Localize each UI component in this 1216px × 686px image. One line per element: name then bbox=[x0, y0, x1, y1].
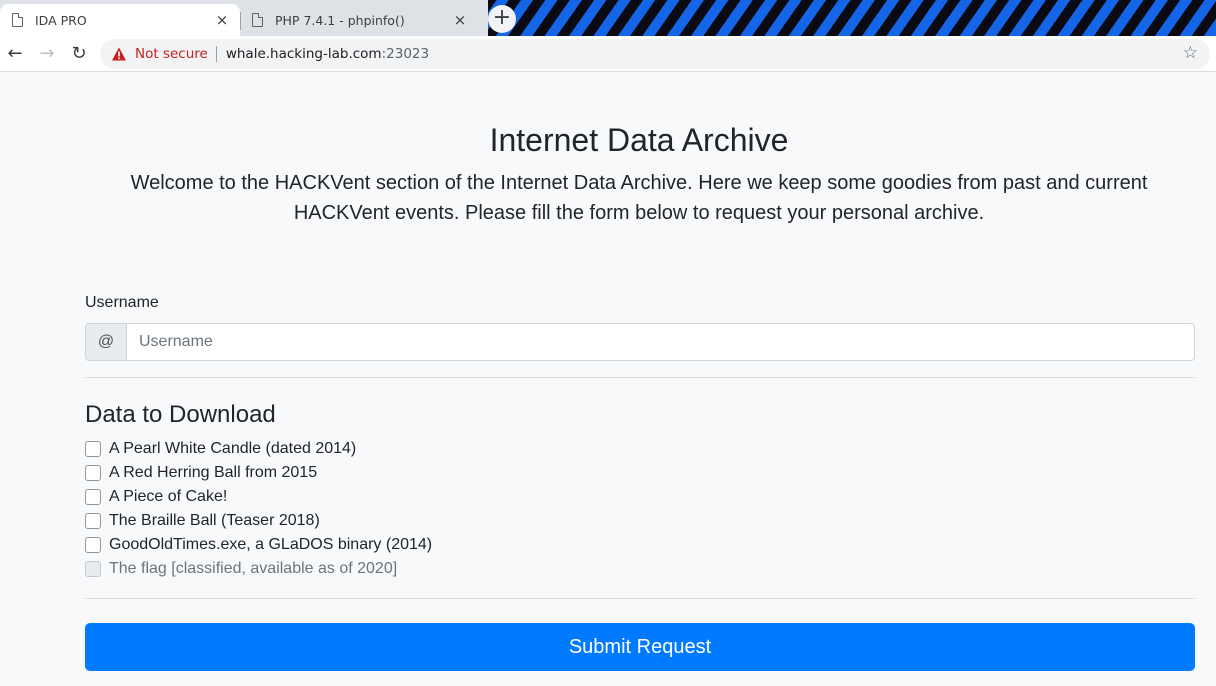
checkbox[interactable] bbox=[85, 441, 101, 457]
submit-request-button[interactable]: Submit Request bbox=[85, 623, 1195, 671]
back-button[interactable]: ← bbox=[2, 41, 28, 67]
tab-title: IDA PRO bbox=[35, 12, 87, 28]
download-option[interactable]: A Piece of Cake! bbox=[85, 485, 432, 509]
username-prefix: @ bbox=[85, 323, 127, 361]
option-label[interactable]: The Braille Ball (Teaser 2018) bbox=[109, 512, 320, 530]
address-divider bbox=[215, 46, 217, 62]
tab-title: PHP 7.4.1 - phpinfo() bbox=[275, 12, 405, 28]
checkbox[interactable] bbox=[85, 489, 101, 505]
download-option[interactable]: GoodOldTimes.exe, a GLaDOS binary (2014) bbox=[85, 533, 432, 557]
username-input[interactable] bbox=[127, 323, 1195, 361]
document-icon bbox=[12, 12, 24, 27]
checkbox-disabled bbox=[85, 561, 101, 577]
tab-phpinfo[interactable]: PHP 7.4.1 - phpinfo() × bbox=[240, 4, 478, 36]
option-label[interactable]: A Pearl White Candle (dated 2014) bbox=[109, 440, 356, 458]
star-icon[interactable]: ☆ bbox=[1183, 43, 1198, 63]
download-option-flag-disabled: The flag [classified, available as of 20… bbox=[85, 557, 432, 581]
download-option[interactable]: The Braille Ball (Teaser 2018) bbox=[85, 509, 432, 533]
download-option[interactable]: A Red Herring Ball from 2015 bbox=[85, 461, 432, 485]
tab-strip: IDA PRO × PHP 7.4.1 - phpinfo() × + bbox=[0, 0, 1216, 36]
divider bbox=[85, 377, 1195, 378]
new-tab-button[interactable]: + bbox=[488, 5, 516, 33]
url-port: :23023 bbox=[381, 46, 430, 62]
checkbox[interactable] bbox=[85, 513, 101, 529]
tab-close-icon[interactable]: × bbox=[214, 12, 230, 28]
page-content: Internet Data Archive Welcome to the HAC… bbox=[0, 73, 1216, 686]
option-label[interactable]: A Red Herring Ball from 2015 bbox=[109, 464, 317, 482]
option-label[interactable]: GoodOldTimes.exe, a GLaDOS binary (2014) bbox=[109, 536, 432, 554]
tab-close-icon[interactable]: × bbox=[452, 12, 468, 28]
document-icon bbox=[252, 12, 264, 27]
download-checklist: A Pearl White Candle (dated 2014) A Red … bbox=[85, 437, 432, 581]
checkbox[interactable] bbox=[85, 537, 101, 553]
username-label: Username bbox=[85, 294, 159, 311]
url-host: whale.hacking-lab.com bbox=[225, 46, 382, 62]
download-option[interactable]: A Pearl White Candle (dated 2014) bbox=[85, 437, 432, 461]
divider bbox=[85, 598, 1195, 599]
page-lead: Welcome to the HACKVent section of the I… bbox=[130, 172, 1148, 224]
download-section-title: Data to Download bbox=[85, 401, 276, 428]
checkbox[interactable] bbox=[85, 465, 101, 481]
tab-ida-pro[interactable]: IDA PRO × bbox=[0, 4, 240, 36]
address-bar[interactable]: Not secure whale.hacking-lab.com :23023 … bbox=[100, 39, 1210, 69]
warning-triangle-icon[interactable] bbox=[111, 46, 127, 62]
security-status[interactable]: Not secure bbox=[135, 46, 208, 62]
browser-toolbar: ← → ↻ Not secure whale.hacking-lab.com :… bbox=[0, 36, 1216, 72]
username-input-group: @ bbox=[85, 323, 1195, 361]
option-label: The flag [classified, available as of 20… bbox=[109, 560, 398, 577]
option-label[interactable]: A Piece of Cake! bbox=[109, 488, 227, 506]
forward-button[interactable]: → bbox=[34, 41, 60, 67]
page-title: Internet Data Archive bbox=[489, 122, 789, 158]
reload-button[interactable]: ↻ bbox=[66, 41, 92, 67]
